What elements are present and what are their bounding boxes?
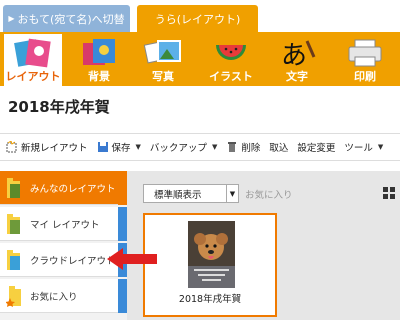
backup-button[interactable]: バックアップ ▼ [150,140,217,154]
sidebar-item-cloud-layout[interactable]: クラウドレイアウト [0,243,118,277]
save-icon [97,141,109,153]
sidebar-item-favorites[interactable]: お気に入り [0,279,118,313]
delete-button[interactable]: 削除 [226,140,260,154]
delete-label: 削除 [241,143,261,154]
category-background[interactable]: 背景 [68,32,130,86]
svg-text:あ: あ [281,41,307,69]
tab-front-switch[interactable]: ▶ おもて(宛て名)へ切替 [3,5,130,32]
grid-view-icon[interactable] [383,187,395,199]
sidebar-indicator [118,207,127,241]
settings-label: 設定変更 [297,143,336,154]
tab-back-layout[interactable]: うら(レイアウト) [137,5,258,32]
category-illust-label: イラスト [209,70,253,83]
layout-list-panel: 標準順表示 ▼ お気に入り 2018年戌年賀 [140,171,400,320]
import-button[interactable]: 取込 [269,140,288,154]
new-layout-icon [6,140,18,153]
tab-front-label: おもて(宛て名)へ切替 [17,12,125,26]
category-ribbon: レイアウト 背景 写真 イラスト あ 文字 印刷 [0,32,400,86]
sidebar-item-label: みんなのレイアウト [30,183,116,195]
tools-button[interactable]: ツール ▼ [344,140,383,154]
top-tab-bar: ▶ おもて(宛て名)へ切替 うら(レイアウト) [0,0,400,32]
category-photo[interactable]: 写真 [132,32,194,86]
sidebar-item-my-layout[interactable]: マイ レイアウト [0,207,118,241]
settings-button[interactable]: 設定変更 [297,140,335,154]
dog-photo-thumbnail [188,221,235,288]
layout-sidebar: みんなのレイアウト マイ レイアウト クラウドレイアウト お気に入り [0,171,140,320]
category-print[interactable]: 印刷 [334,32,396,86]
chevron-down-icon: ▼ [226,185,238,202]
play-icon: ▶ [8,14,15,23]
category-background-label: 背景 [88,70,110,83]
sidebar-item-label: クラウドレイアウト [30,255,116,267]
trash-icon [226,141,238,153]
category-illust[interactable]: イラスト [200,32,262,86]
save-label: 保存 [111,143,131,154]
sidebar-item-label: マイ レイアウト [30,219,100,231]
red-arrow-annotation [107,248,157,270]
photo-icon [143,37,183,69]
sidebar-item-label: お気に入り [30,291,78,303]
sidebar-indicator [118,279,127,313]
chevron-down-icon: ▼ [211,143,218,151]
chevron-down-icon: ▼ [377,143,384,151]
sidebar-item-everyone-layout[interactable]: みんなのレイアウト [0,171,118,205]
toolbar: 新規レイアウト 保存 ▼ バックアップ ▼ 削除 取込 設定変更 ツール ▼ [0,133,400,161]
layout-icon [13,37,53,69]
folder-icon [6,213,22,235]
category-layout[interactable]: レイアウト [2,32,64,86]
save-button[interactable]: 保存 ▼ [97,140,141,154]
new-layout-button[interactable]: 新規レイアウト [6,140,88,154]
tab-back-label: うら(レイアウト) [154,12,241,26]
star-folder-icon [5,285,22,307]
page-title: 2018年戌年賀 [8,98,110,116]
sidebar-indicator [118,171,127,205]
printer-icon [345,37,385,69]
brush-text-icon: あ [277,37,317,71]
layout-card-label: 2018年戌年賀 [178,294,242,305]
watermelon-icon [211,37,251,69]
category-layout-label: レイアウト [5,70,61,83]
sort-select-value: 標準順表示 [154,189,202,201]
category-text-label: 文字 [286,70,308,83]
favorites-filter[interactable]: お気に入り [245,187,293,201]
sidebar-scrollbar[interactable] [127,171,140,320]
background-icon [79,37,119,69]
new-layout-label: 新規レイアウト [21,143,88,154]
sort-select[interactable]: 標準順表示 ▼ [143,184,239,203]
folder-icon [6,249,22,271]
layout-card[interactable]: 2018年戌年賀 [143,213,277,317]
category-text[interactable]: あ 文字 [266,32,328,86]
backup-label: バックアップ [149,143,207,154]
chevron-down-icon: ▼ [135,143,141,151]
category-photo-label: 写真 [152,70,174,83]
import-label: 取込 [269,143,289,154]
category-print-label: 印刷 [354,70,376,83]
tools-label: ツール [344,143,373,154]
folder-icon [6,177,22,199]
